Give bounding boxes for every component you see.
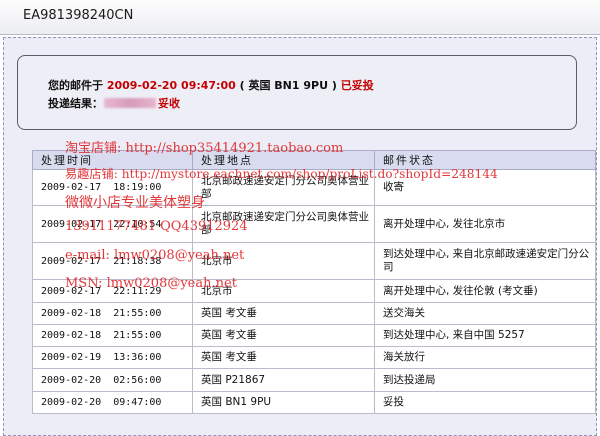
column-header-place: 处理地点 [192,150,375,170]
mail-label: 您的邮件于 [48,79,103,92]
table-row: 2009-02-17 18:19:00 北京邮政速递安定门分公司奥体营业部 收寄 [32,169,596,206]
cell-status: 到达处理中心, 来自北京邮政速递安定门分公司 [374,242,596,280]
table-row: 2009-02-20 09:47:00 英国 BN1 9PU 妥投 [32,391,596,414]
cell-place: 英国 P21867 [192,368,375,392]
table-row: 2009-02-17 22:11:29 北京市 离开处理中心, 发往伦敦 (考文… [32,279,596,303]
cell-time: 2009-02-18 21:55:00 [32,302,193,325]
column-header-time: 处理时间 [32,150,193,170]
summary-line-status: 您的邮件于 2009-02-20 09:47:00 ( 英国 BN1 9PU )… [48,77,374,93]
column-header-status: 邮件状态 [374,150,596,170]
table-header-row: 处理时间 处理地点 邮件状态 [32,150,596,170]
result-label: 投递结果： [48,97,103,110]
summary-box: 您的邮件于 2009-02-20 09:47:00 ( 英国 BN1 9PU )… [17,55,577,130]
cell-time: 2009-02-17 22:10:54 [32,205,193,243]
cell-status: 到达处理中心, 来自中国 5257 [374,324,596,347]
cell-time: 2009-02-17 21:18:38 [32,242,193,280]
cell-place: 英国 考文垂 [192,302,375,325]
cell-status: 海关放行 [374,346,596,369]
delivery-datetime: 2009-02-20 09:47:00 [106,79,236,92]
redacted-name [104,98,156,108]
cell-time: 2009-02-18 21:55:00 [32,324,193,347]
cell-status: 到达投递局 [374,368,596,392]
table-row: 2009-02-17 22:10:54 北京邮政速递安定门分公司奥体营业部 离开… [32,205,596,243]
cell-place: 北京邮政速递安定门分公司奥体营业部 [192,169,375,206]
cell-place: 北京市 [192,242,375,280]
cell-time: 2009-02-17 18:19:00 [32,169,193,206]
cell-place: 英国 考文垂 [192,346,375,369]
result-tail: 妥收 [158,97,180,110]
tracking-number: EA981398240CN [23,8,134,23]
title-bar: EA981398240CN [0,0,600,35]
delivery-location: ( 英国 BN1 9PU ) [239,79,337,92]
table-row: 2009-02-19 13:36:00 英国 考文垂 海关放行 [32,346,596,369]
cell-place: 英国 考文垂 [192,324,375,347]
cell-place: 北京邮政速递安定门分公司奥体营业部 [192,205,375,243]
cell-place: 北京市 [192,279,375,303]
cell-time: 2009-02-19 13:36:00 [32,346,193,369]
delivery-status: 已妥投 [340,79,374,92]
cell-time: 2009-02-20 09:47:00 [32,391,193,414]
table-row: 2009-02-18 21:55:00 英国 考文垂 到达处理中心, 来自中国 … [32,324,596,347]
cell-time: 2009-02-20 02:56:00 [32,368,193,392]
cell-time: 2009-02-17 22:11:29 [32,279,193,303]
cell-status: 收寄 [374,169,596,206]
cell-status: 离开处理中心, 发往北京市 [374,205,596,243]
cell-status: 离开处理中心, 发往伦敦 (考文垂) [374,279,596,303]
cell-status: 妥投 [374,391,596,414]
cell-status: 送交海关 [374,302,596,325]
cell-place: 英国 BN1 9PU [192,391,375,414]
table-row: 2009-02-17 21:18:38 北京市 到达处理中心, 来自北京邮政速递… [32,242,596,280]
table-row: 2009-02-18 21:55:00 英国 考文垂 送交海关 [32,302,596,325]
tracking-table: 处理时间 处理地点 邮件状态 2009-02-17 18:19:00 北京邮政速… [32,150,596,414]
table-row: 2009-02-20 02:56:00 英国 P21867 到达投递局 [32,368,596,392]
summary-line-result: 投递结果： 妥收 [48,95,180,111]
